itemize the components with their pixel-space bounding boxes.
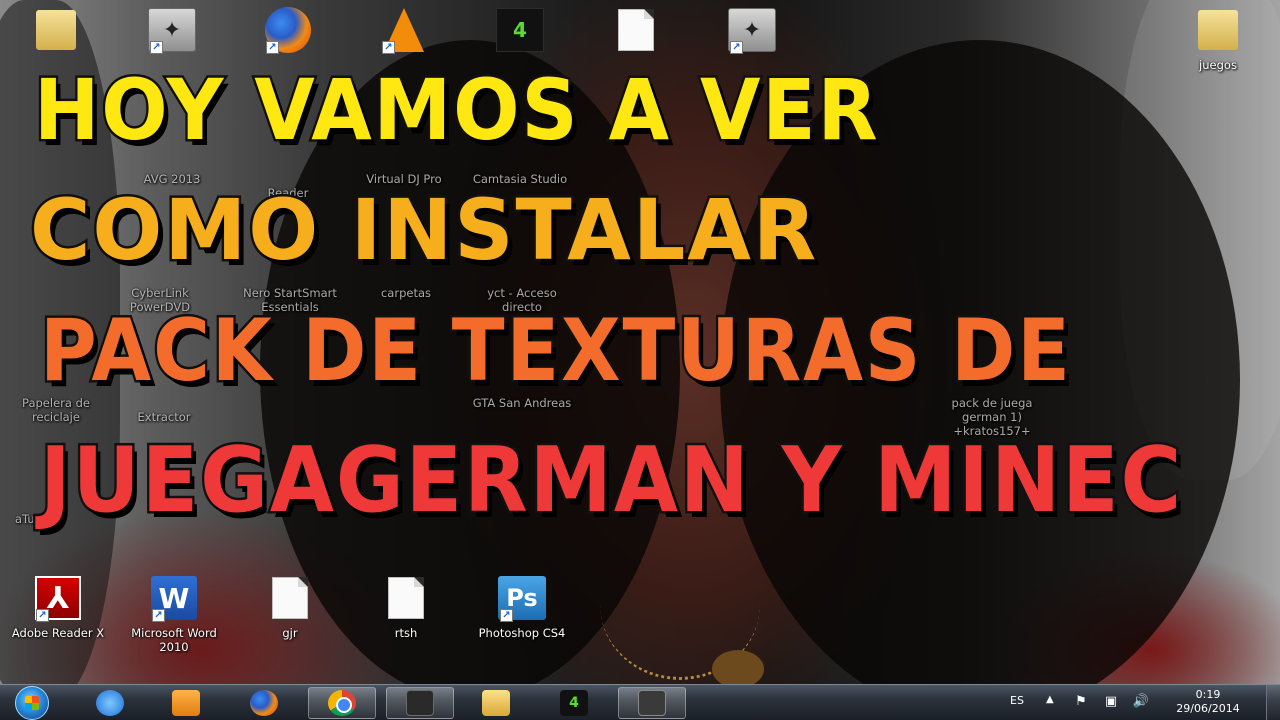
photoshop-icon: Ps ↗ (498, 574, 546, 622)
desktop-icon-word[interactable]: W ↗ Microsoft Word 2010 (122, 574, 226, 654)
nvidia-game-icon: 4 (560, 690, 588, 716)
show-desktop-button[interactable] (1266, 685, 1280, 720)
desktop-icon-juegos[interactable]: juegos (1166, 6, 1270, 72)
text-document-icon (382, 574, 430, 622)
headline-line-4: JUEGAGERMAN Y MINEC (38, 428, 1184, 533)
icon-label: Microsoft Word 2010 (131, 626, 217, 654)
desktop-icon-rtsh[interactable]: rtsh (354, 574, 458, 640)
icon-label: gjr (282, 626, 298, 640)
clock[interactable]: 0:19 29/06/2014 (1168, 688, 1248, 716)
show-hidden-icons-button[interactable]: ▲ (1046, 694, 1054, 705)
taskbar: 4 ES ▲ ⚑ ▣ 🔊 0:19 29/06/2014 (0, 684, 1280, 720)
icon-label: Extractor (137, 410, 191, 424)
media-player-icon (172, 690, 200, 716)
start-button[interactable] (6, 685, 58, 720)
counter-strike-icon: ✦ ↗ (148, 6, 196, 54)
desktop-icon-adobe-reader[interactable]: ⅄ ↗ Adobe Reader X (6, 574, 110, 640)
desktop-icon-photoshop[interactable]: Ps ↗ Photoshop CS4 (470, 574, 574, 640)
firefox-icon: ↗ (264, 6, 312, 54)
text-document-icon (612, 6, 660, 54)
vlc-icon: ↗ (380, 6, 428, 54)
folder-icon (482, 690, 510, 716)
clock-time: 0:19 (1195, 688, 1221, 701)
taskbar-nvidia-game[interactable]: 4 (540, 687, 608, 719)
wallpaper-pendant (712, 650, 764, 684)
chrome-icon (328, 690, 356, 716)
recorder-icon (638, 690, 666, 716)
desktop-icon-counter-strike-admin[interactable]: ✦ ↗ (700, 6, 804, 54)
firefox-icon (250, 690, 278, 716)
taskbar-explorer[interactable] (462, 687, 530, 719)
counter-strike-admin-icon: ✦ ↗ (728, 6, 776, 54)
desktop-icon-vlc[interactable]: ↗ (352, 6, 456, 54)
desktop: ✦ ↗ ↗ ↗ 4 ✦ ↗ juegos AVG 2013 Reader Virtu… (0, 0, 1280, 684)
action-center-icon[interactable]: ⚑ (1072, 694, 1090, 710)
text-document-icon (266, 574, 314, 622)
icon-label: Photoshop CS4 (478, 626, 566, 640)
taskbar-firefox[interactable] (230, 687, 298, 719)
internet-explorer-icon (96, 690, 124, 716)
icon-label: carpetas (380, 286, 432, 300)
desktop-icon-user-folder[interactable] (4, 6, 108, 54)
desktop-icon-gjr[interactable]: gjr (238, 574, 342, 640)
desktop-icon-text-document[interactable] (584, 6, 688, 54)
folder-icon (1194, 6, 1242, 54)
desktop-icon-firefox[interactable]: ↗ (236, 6, 340, 54)
desktop-icon-nvidia-game[interactable]: 4 (468, 6, 572, 54)
windows-logo-icon (15, 686, 49, 720)
volume-icon[interactable]: 🔊 (1132, 694, 1150, 710)
adobe-reader-icon: ⅄ ↗ (34, 574, 82, 622)
language-indicator[interactable]: ES (1010, 694, 1024, 707)
taskbar-camtasia[interactable] (386, 687, 454, 719)
icon-label: rtsh (394, 626, 418, 640)
word-icon: W ↗ (150, 574, 198, 622)
clock-date: 29/06/2014 (1176, 702, 1240, 715)
camtasia-icon (406, 690, 434, 716)
icon-label: juegos (1199, 58, 1237, 72)
desktop-icon-counter-strike[interactable]: ✦ ↗ (120, 6, 224, 54)
taskbar-recorder[interactable] (618, 687, 686, 719)
icon-label: Adobe Reader X (11, 626, 105, 640)
headline-line-3: PACK DE TEXTURAS DE (38, 301, 1073, 401)
taskbar-chrome[interactable] (308, 687, 376, 719)
taskbar-media-player[interactable] (152, 687, 220, 719)
headline-line-2: COMO INSTALAR (28, 181, 819, 279)
nvidia-game-icon: 4 (496, 6, 544, 54)
user-folder-icon (32, 6, 80, 54)
network-icon[interactable]: ▣ (1102, 694, 1120, 710)
system-tray: ES ▲ ⚑ ▣ 🔊 0:19 29/06/2014 (1000, 685, 1280, 720)
taskbar-ie[interactable] (76, 687, 144, 719)
headline-line-1: HOY VAMOS A VER (32, 61, 880, 159)
